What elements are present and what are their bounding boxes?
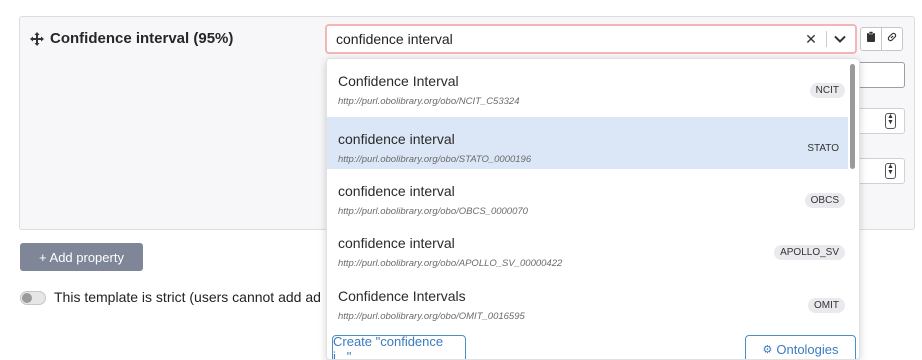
ontology-badge: OMIT [808, 298, 845, 313]
strict-toggle[interactable] [20, 291, 46, 305]
option-item[interactable]: Confidence Intervals http://purl.obolibr… [327, 274, 848, 326]
ontology-dropdown: Confidence Interval http://purl.obolibra… [326, 58, 860, 360]
divider [826, 31, 827, 47]
option-label: Confidence Intervals [338, 288, 466, 304]
ontology-search-box[interactable]: ✕ [325, 24, 857, 54]
option-label: confidence interval [338, 131, 455, 147]
gear-icon: ⚙ [762, 343, 773, 356]
property-header: Confidence interval (95%) [30, 30, 233, 47]
close-icon[interactable]: ✕ [802, 31, 820, 48]
ontologies-button[interactable]: ⚙ Ontologies [745, 335, 856, 359]
search-input[interactable] [327, 31, 802, 47]
option-label: Confidence Interval [338, 73, 459, 89]
ontology-badge: STATO [807, 143, 839, 154]
option-item-highlighted[interactable]: confidence interval http://purl.obolibra… [327, 117, 848, 169]
chevron-down-icon[interactable] [833, 32, 847, 46]
option-label: confidence interval [338, 235, 455, 251]
option-url: http://purl.obolibrary.org/obo/OMIT_0016… [338, 311, 525, 322]
option-url: http://purl.obolibrary.org/obo/OBCS_0000… [338, 206, 528, 217]
option-item[interactable]: Confidence Interval http://purl.obolibra… [327, 59, 848, 111]
clipboard-button[interactable] [860, 27, 882, 51]
add-property-button[interactable]: + Add property [20, 243, 143, 271]
link-button[interactable] [881, 27, 903, 51]
spinner-icon[interactable]: ▲ ▼ [885, 113, 896, 129]
option-url: http://purl.obolibrary.org/obo/STATO_000… [338, 154, 532, 165]
create-term-button[interactable]: Create "confidence i..." [332, 334, 466, 359]
link-icon [886, 30, 898, 48]
ontology-badge: OBCS [804, 193, 845, 208]
option-item[interactable]: confidence interval http://purl.obolibra… [327, 169, 848, 221]
property-title: Confidence interval (95%) [50, 30, 234, 47]
ontology-badge: APOLLO_SV [774, 245, 845, 260]
option-url: http://purl.obolibrary.org/obo/APOLLO_SV… [338, 258, 563, 269]
option-label: confidence interval [338, 183, 455, 199]
strict-label: This template is strict (users cannot ad… [54, 289, 321, 305]
ontologies-label: Ontologies [776, 341, 839, 357]
spinner-icon[interactable]: ▲ ▼ [885, 163, 896, 179]
option-url: http://purl.obolibrary.org/obo/NCIT_C533… [338, 96, 520, 107]
clipboard-icon [866, 30, 876, 48]
dropdown-scrollbar[interactable] [850, 64, 855, 169]
toggle-knob [22, 293, 32, 303]
option-item[interactable]: confidence interval http://purl.obolibra… [327, 221, 848, 273]
ontology-badge: NCIT [809, 83, 845, 98]
move-icon[interactable] [30, 31, 44, 46]
